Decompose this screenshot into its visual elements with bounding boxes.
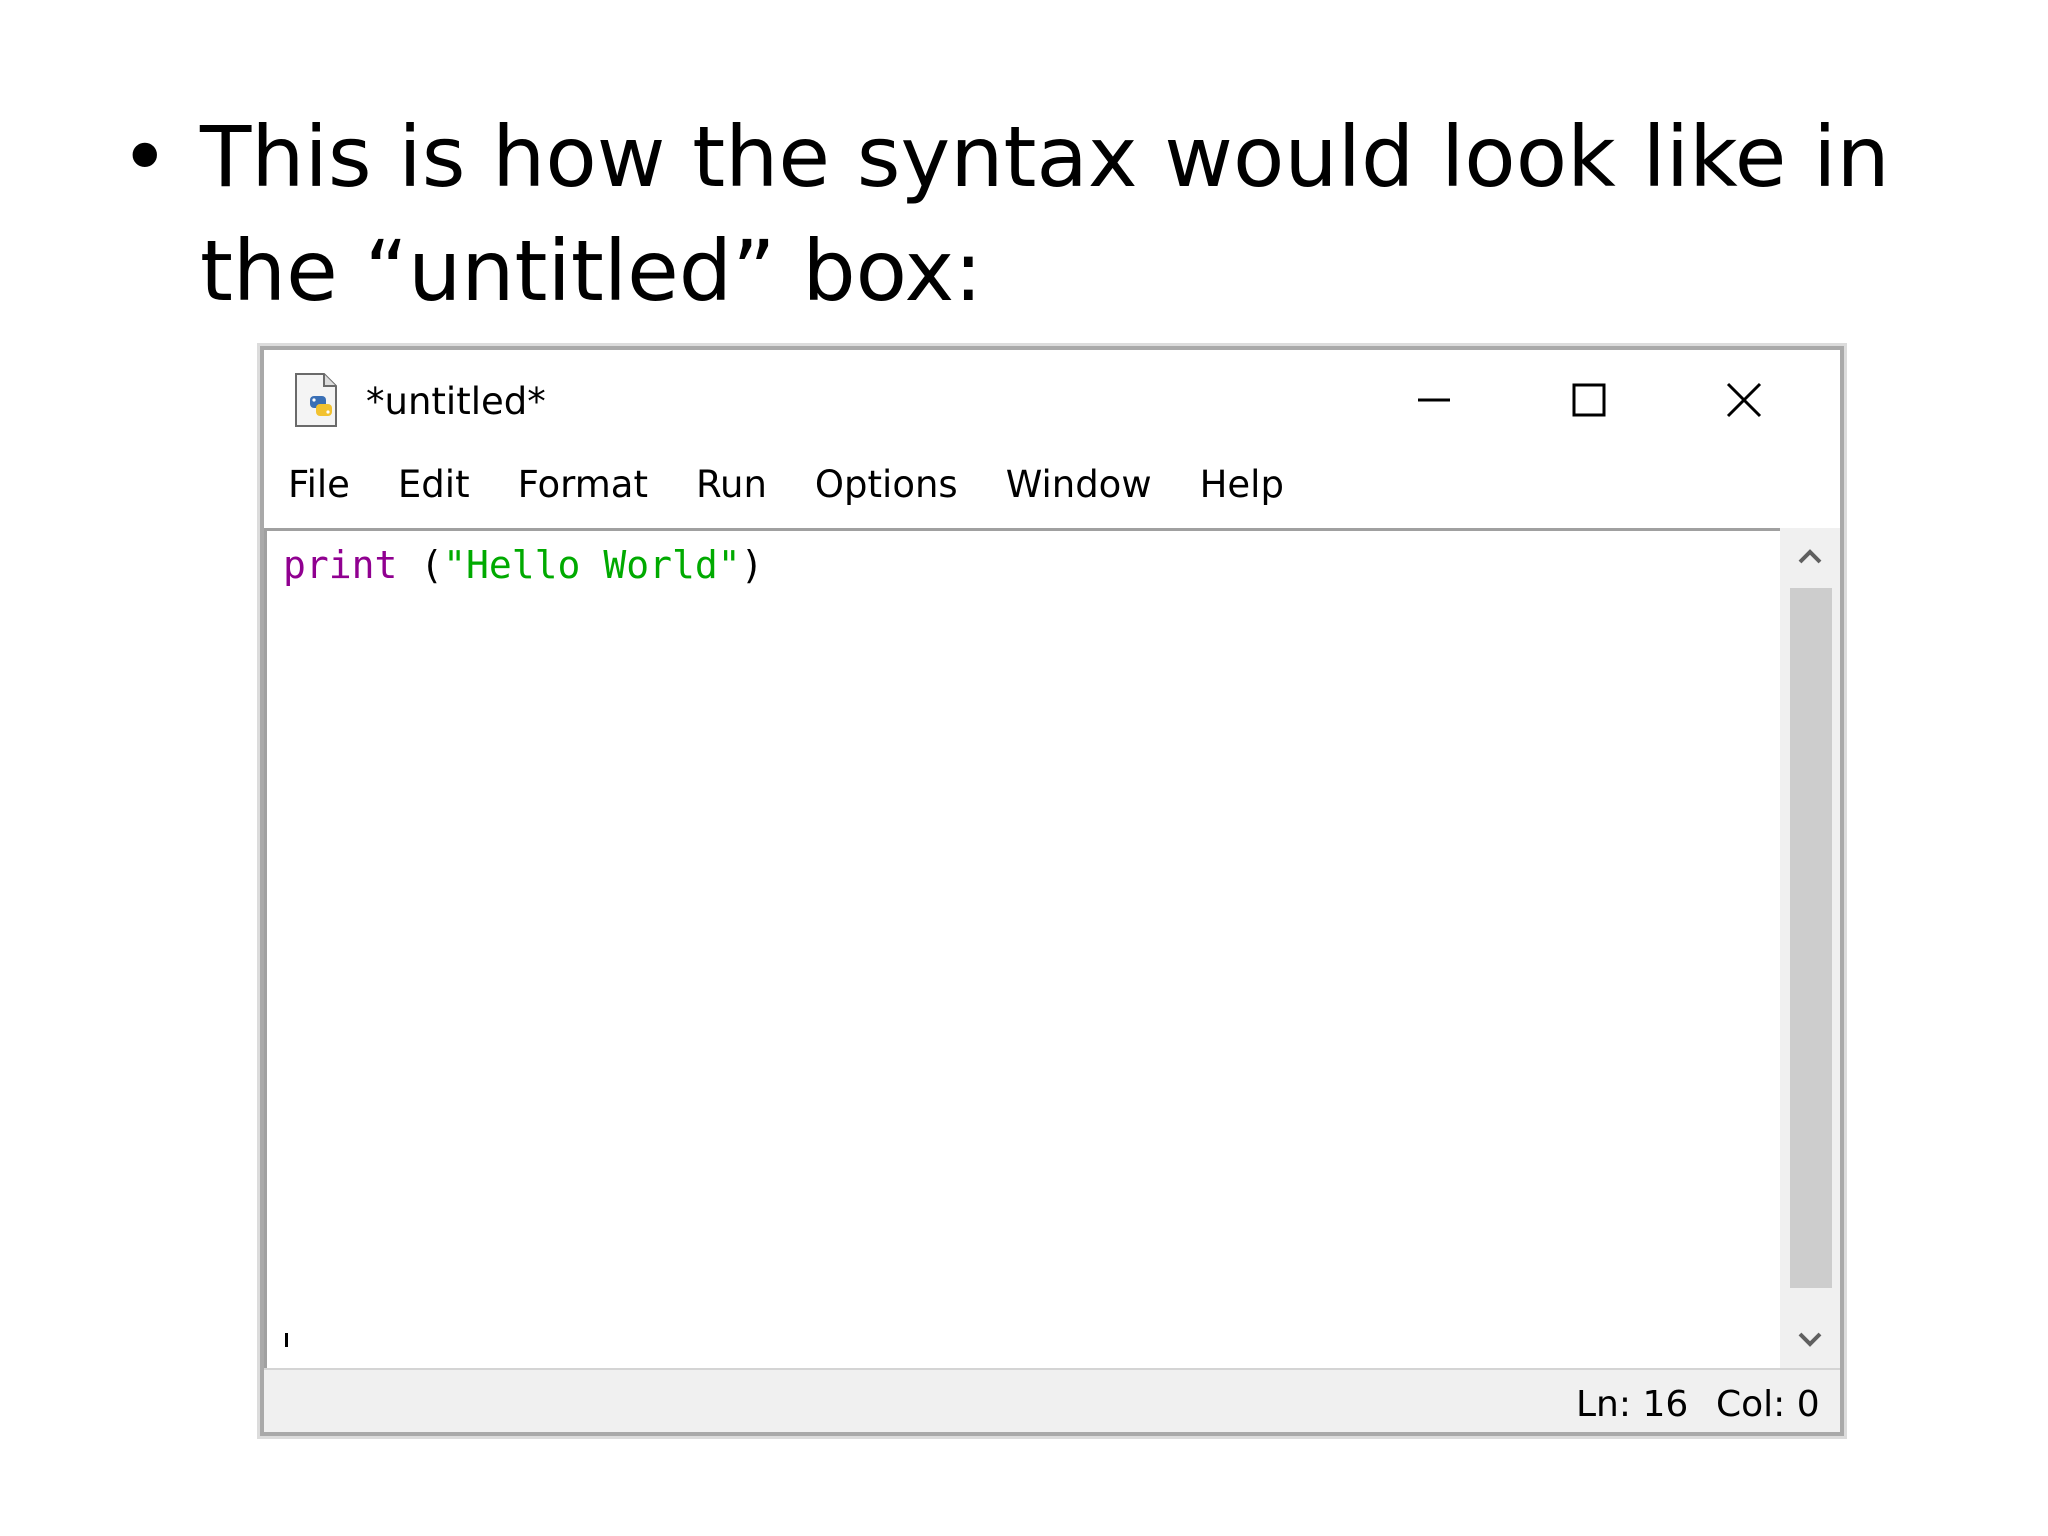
bullet-dot-icon: • xyxy=(120,108,170,206)
string-token: "Hello World" xyxy=(443,543,741,587)
slide: • This is how the syntax would look like… xyxy=(0,0,2048,1536)
menu-edit[interactable]: Edit xyxy=(398,459,470,510)
python-file-icon xyxy=(290,372,346,428)
code-line: print ("Hello World") xyxy=(283,543,763,587)
status-bar: Ln: 16 Col: 0 xyxy=(264,1368,1840,1432)
close-paren-token: ) xyxy=(740,543,764,587)
line-number-status: Ln: 16 xyxy=(1576,1384,1689,1425)
bullet-point: • This is how the syntax would look like… xyxy=(120,100,1920,328)
title-bar[interactable]: *untitled* xyxy=(264,350,1840,446)
menu-file[interactable]: File xyxy=(288,459,350,510)
open-paren-token: ( xyxy=(420,543,444,587)
menu-window[interactable]: Window xyxy=(1006,459,1152,510)
menu-help[interactable]: Help xyxy=(1200,459,1284,510)
scroll-thumb[interactable] xyxy=(1790,588,1832,1288)
chevron-up-icon xyxy=(1798,549,1822,564)
vertical-scrollbar[interactable] xyxy=(1780,528,1840,1368)
minimize-icon xyxy=(1418,398,1450,402)
builtin-token: print xyxy=(283,543,398,587)
menu-options[interactable]: Options xyxy=(815,459,958,510)
column-number-status: Col: 0 xyxy=(1716,1384,1820,1425)
menu-bar: File Edit Format Run Options Window Help xyxy=(264,446,1840,522)
idle-editor-window: *untitled* File Edit Format Run Options … xyxy=(260,346,1844,1436)
close-icon xyxy=(1726,382,1762,418)
code-editor[interactable]: print ("Hello World") xyxy=(264,528,1780,1368)
text-cursor xyxy=(285,1333,288,1347)
maximize-button[interactable] xyxy=(1529,360,1649,440)
menu-format[interactable]: Format xyxy=(518,459,648,510)
chevron-down-icon xyxy=(1798,1332,1822,1347)
close-button[interactable] xyxy=(1684,360,1804,440)
window-title: *untitled* xyxy=(366,380,546,423)
bullet-text: This is how the syntax would look like i… xyxy=(200,108,1890,320)
minimize-button[interactable] xyxy=(1374,360,1494,440)
scroll-down-button[interactable] xyxy=(1780,1312,1840,1368)
menu-run[interactable]: Run xyxy=(696,459,767,510)
scroll-up-button[interactable] xyxy=(1780,528,1840,584)
maximize-icon xyxy=(1572,383,1606,417)
